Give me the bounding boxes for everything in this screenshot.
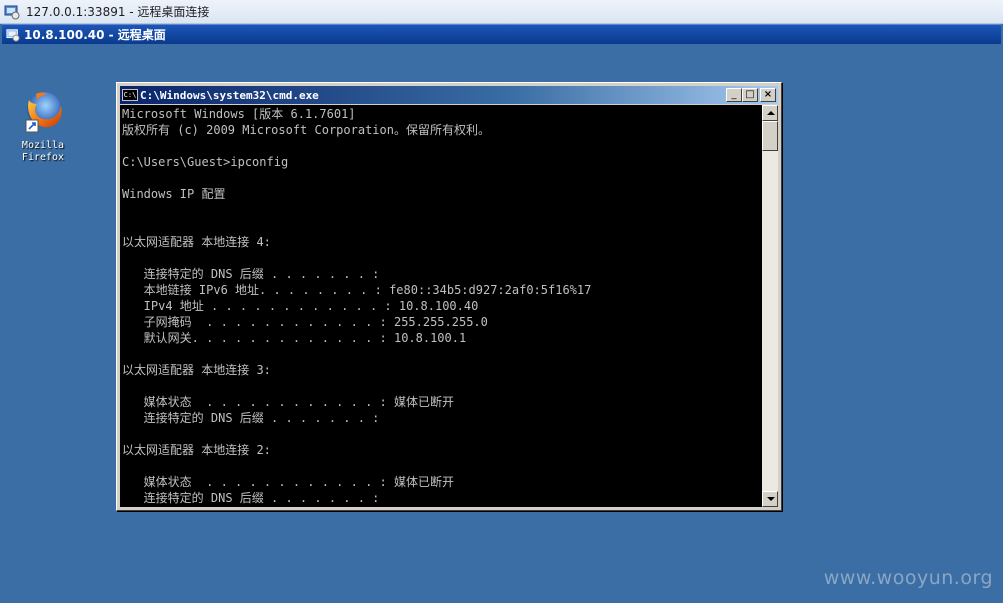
console-line: Microsoft Windows [版本 6.1.7601] (122, 107, 356, 121)
cmd-window-title: C:\Windows\system32\cmd.exe (140, 88, 319, 102)
console-line: 以太网适配器 本地连接 2: (122, 443, 271, 457)
console-line: IPv4 地址 . . . . . . . . . . . . : 10.8.1… (122, 299, 479, 313)
arrow-up-icon (767, 111, 775, 115)
console-line: Windows IP 配置 (122, 187, 226, 201)
console-line: 默认网关. . . . . . . . . . . . . : 10.8.100… (122, 331, 467, 345)
rdp-client-titlebar[interactable]: 127.0.0.1:33891 - 远程桌面连接 (0, 0, 1003, 24)
console-line: 本地链接 IPv6 地址. . . . . . . . : fe80::34b5… (122, 283, 592, 297)
vertical-scrollbar[interactable] (762, 105, 778, 507)
arrow-down-icon (767, 497, 775, 501)
desktop-shortcut-firefox[interactable]: Mozilla Firefox (14, 88, 72, 164)
console-line: 媒体状态 . . . . . . . . . . . . : 媒体已断开 (122, 395, 454, 409)
close-button[interactable]: × (760, 88, 776, 102)
console-output[interactable]: Microsoft Windows [版本 6.1.7601] 版权所有 (c)… (120, 105, 762, 507)
console-line: 连接特定的 DNS 后缀 . . . . . . . : (122, 267, 380, 281)
rdp-client-title: 127.0.0.1:33891 - 远程桌面连接 (26, 5, 210, 19)
scroll-down-button[interactable] (762, 491, 778, 507)
desktop-shortcut-label: Mozilla Firefox (21, 140, 65, 163)
console-line: 连接特定的 DNS 后缀 . . . . . . . : (122, 411, 380, 425)
console-line: 以太网适配器 本地连接 3: (122, 363, 271, 377)
remote-desktop-icon (6, 28, 20, 42)
console-line: 媒体状态 . . . . . . . . . . . . : 媒体已断开 (122, 475, 454, 489)
console-line: C:\Users\Guest>ipconfig (122, 155, 289, 169)
rdp-connection-title: 10.8.100.40 - 远程桌面 (24, 28, 166, 42)
cmd-window[interactable]: C:\ C:\Windows\system32\cmd.exe _ □ × Mi… (116, 82, 782, 511)
remote-desktop-icon (4, 5, 20, 19)
cmd-app-icon: C:\ (122, 89, 138, 101)
remote-desktop-area[interactable]: Mozilla Firefox C:\ C:\Windows\system32\… (2, 44, 1001, 603)
console-line: 版权所有 (c) 2009 Microsoft Corporation。保留所有… (122, 123, 490, 137)
scrollbar-thumb[interactable] (762, 121, 778, 151)
rdp-connection-bar[interactable]: 10.8.100.40 - 远程桌面 (2, 24, 1001, 44)
scroll-up-button[interactable] (762, 105, 778, 121)
cmd-titlebar[interactable]: C:\ C:\Windows\system32\cmd.exe _ □ × (120, 86, 778, 104)
maximize-button[interactable]: □ (742, 88, 758, 102)
console-line: 以太网适配器 本地连接 4: (122, 235, 271, 249)
console-line: 子网掩码 . . . . . . . . . . . . : 255.255.2… (122, 315, 488, 329)
console-line: 连接特定的 DNS 后缀 . . . . . . . : (122, 491, 380, 505)
firefox-icon (25, 92, 62, 133)
watermark: www.wooyun.org (823, 567, 993, 589)
minimize-button[interactable]: _ (726, 88, 742, 102)
